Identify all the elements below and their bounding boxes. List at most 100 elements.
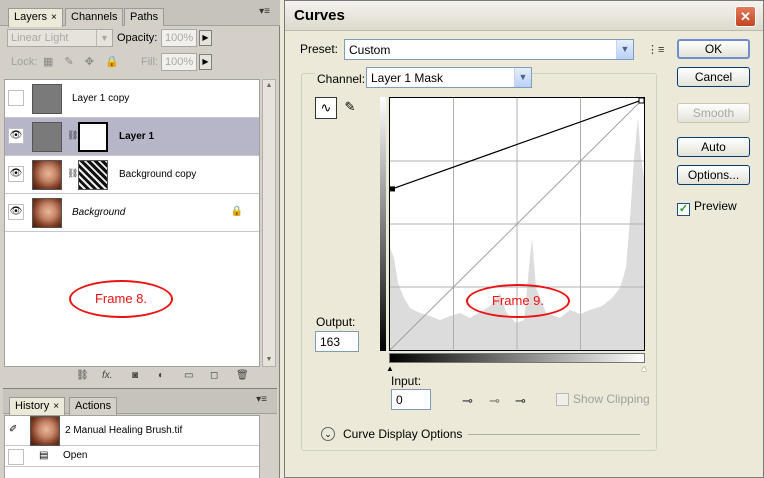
preset-options-icon[interactable]: ⋮≡ <box>647 43 664 56</box>
history-list: ✐ 2 Manual Healing Brush.tif ▤ Open <box>4 415 260 478</box>
mask-thumbnail[interactable] <box>78 122 108 152</box>
close-icon[interactable]: ✕ <box>735 6 756 27</box>
tab-history-label: History <box>15 400 50 412</box>
document-icon: ▤ <box>39 450 49 461</box>
panel-menu-icon[interactable]: ▾≡ <box>259 6 270 17</box>
history-state[interactable]: ▤ Open <box>5 447 259 467</box>
history-source-cell[interactable] <box>8 449 24 465</box>
gray-eyedropper-icon[interactable]: ⊸ <box>489 393 500 409</box>
channel-select[interactable]: Layer 1 Mask ▼ <box>366 67 532 88</box>
layer-thumbnail <box>32 84 62 114</box>
chain-link-icon[interactable]: ⛓ <box>67 130 78 141</box>
add-mask-icon[interactable]: ◙ <box>132 370 138 381</box>
tab-channels[interactable]: Channels <box>65 8 124 26</box>
curve-display-options-label[interactable]: Curve Display Options <box>343 427 462 441</box>
trash-icon[interactable]: 🗑 <box>236 370 249 381</box>
curve-point-white[interactable] <box>638 98 644 104</box>
layer-name: Background <box>72 207 126 218</box>
output-gradient-bar <box>380 97 386 351</box>
input-field[interactable]: 0 <box>391 389 431 410</box>
close-icon[interactable]: × <box>53 401 59 412</box>
preset-select[interactable]: Custom ▼ <box>344 39 634 60</box>
curve-graph[interactable]: Frame 9. <box>389 97 645 351</box>
tab-channels-label: Channels <box>71 11 118 23</box>
tab-actions-label: Actions <box>75 400 112 412</box>
chevron-down-icon[interactable]: ⌄ <box>321 427 335 441</box>
tab-layers[interactable]: Layers × <box>8 8 63 27</box>
panel-menu-icon[interactable]: ▾≡ <box>256 394 267 405</box>
checkbox-box[interactable] <box>556 393 569 407</box>
tab-paths-label: Paths <box>130 11 159 23</box>
lock-row: Lock: ▦ ✎ ✥ 🔒 Fill: 100% ▶ <box>7 53 273 73</box>
chain-link-icon[interactable]: ⛓ <box>67 168 78 179</box>
opacity-input[interactable]: 100% <box>161 29 197 47</box>
layer-row[interactable]: 👁 ⛓ Background copy <box>5 156 259 194</box>
close-icon[interactable]: × <box>51 12 57 23</box>
layer-name: Layer 1 copy <box>72 93 130 104</box>
black-point-slider[interactable]: ▲ <box>386 364 394 373</box>
curve-point-tool[interactable]: ∿ <box>315 97 337 119</box>
curve-point-black[interactable] <box>390 186 395 192</box>
layers-tabbar: Layers × Channels Paths ▾≡ <box>0 0 280 27</box>
tab-paths[interactable]: Paths <box>124 8 165 26</box>
white-point-slider[interactable]: ▲ <box>640 364 648 373</box>
dialog-titlebar: Curves ✕ <box>285 1 763 31</box>
curves-dialog: Curves ✕ Preset: Custom ▼ ⋮≡ Channel: La… <box>284 0 764 478</box>
checkmark-icon[interactable]: ✓ <box>677 203 690 216</box>
show-clipping-checkbox[interactable]: Show Clipping <box>556 392 650 407</box>
blend-row: Linear Light ▼ Opacity: 100% ▶ <box>7 29 273 49</box>
options-button[interactable]: Options... <box>677 165 750 185</box>
black-eyedropper-icon[interactable]: ⊸ <box>462 393 473 409</box>
layer-thumbnail <box>32 198 62 228</box>
eye-icon[interactable]: 👁 <box>8 204 24 220</box>
output-input[interactable]: 163 <box>315 331 359 352</box>
pencil-tool[interactable]: ✎ <box>339 97 361 119</box>
layer-row[interactable]: Layer 1 copy <box>5 80 259 118</box>
preview-checkbox[interactable]: ✓ Preview <box>677 199 737 216</box>
eye-icon[interactable]: 👁 <box>8 128 24 144</box>
history-tabbar: History × Actions ▾≡ <box>3 389 277 416</box>
layers-panel: Layers × Channels Paths ▾≡ Linear Light ▼… <box>0 0 280 478</box>
new-layer-icon[interactable]: ◻ <box>210 370 218 381</box>
history-snapshot[interactable]: ✐ 2 Manual Healing Brush.tif <box>5 416 259 446</box>
fx-icon[interactable]: fx. <box>102 370 113 381</box>
preset-label: Preset: <box>300 42 339 56</box>
channel-label: Channel: <box>315 72 368 86</box>
history-item-label: Open <box>63 450 88 461</box>
history-panel: History × Actions ▾≡ ✐ 2 Manual Healing B… <box>3 388 277 478</box>
cancel-button[interactable]: Cancel <box>677 67 750 87</box>
tab-actions[interactable]: Actions <box>69 397 118 415</box>
tab-history[interactable]: History × <box>9 397 66 416</box>
tab-layers-label: Layers <box>14 11 48 23</box>
blend-mode-select[interactable]: Linear Light ▼ <box>7 29 113 47</box>
fill-label: Fill: <box>141 56 159 68</box>
eye-icon[interactable]: 👁 <box>8 166 24 182</box>
opacity-arrow-button[interactable]: ▶ <box>199 30 212 46</box>
layer-row[interactable]: 👁 ⛓ Layer 1 <box>5 118 259 156</box>
chevron-down-icon: ▼ <box>514 68 531 87</box>
chevron-down-icon: ▼ <box>616 40 633 59</box>
white-eyedropper-icon[interactable]: ⊸ <box>515 393 526 409</box>
scroll-up-icon[interactable]: ▲ <box>263 80 275 92</box>
curve-tool-icon: ∿ <box>320 100 332 115</box>
layer-thumbnail <box>32 122 62 152</box>
input-gradient-bar <box>389 353 645 363</box>
scroll-down-icon[interactable]: ▼ <box>263 354 275 366</box>
link-layers-icon[interactable]: ⛓ <box>76 370 89 381</box>
layer-row[interactable]: 👁 Background 🔒 <box>5 194 259 232</box>
visibility-toggle[interactable] <box>8 90 24 106</box>
history-brush-icon[interactable]: ✐ <box>9 424 17 435</box>
ok-button[interactable]: OK <box>677 39 750 59</box>
adjustment-layer-icon[interactable]: ◐ <box>158 370 164 381</box>
scrollbar[interactable]: ▲ ▼ <box>262 79 276 367</box>
lock-icons[interactable]: ▦ ✎ ✥ 🔒 <box>43 55 123 68</box>
layer-list: Layer 1 copy 👁 ⛓ Layer 1 👁 ⛓ Background … <box>4 79 260 367</box>
fill-input[interactable]: 100% <box>161 53 197 71</box>
auto-button[interactable]: Auto <box>677 137 750 157</box>
smooth-button[interactable]: Smooth <box>677 103 750 123</box>
frame-annotation: Frame 9. <box>466 284 570 318</box>
history-item-label: 2 Manual Healing Brush.tif <box>65 425 183 436</box>
mask-thumbnail[interactable] <box>78 160 108 190</box>
new-group-icon[interactable]: ▭ <box>184 370 193 381</box>
fill-arrow-button[interactable]: ▶ <box>199 54 212 70</box>
